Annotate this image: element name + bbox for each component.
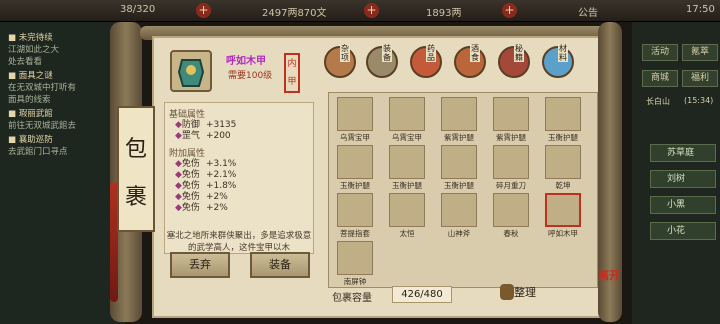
notice-button[interactable]: 公告	[578, 4, 598, 19]
attr-row: ◆免伤 +2%	[175, 203, 228, 213]
attr-row: ◆免伤 +2.1%	[175, 170, 237, 180]
item-slot[interactable]: 碎月重刀	[491, 145, 531, 191]
item-slot-selected[interactable]: 呼如木甲	[543, 193, 583, 239]
capacity-label: 包裹容量	[332, 293, 372, 304]
item-slot[interactable]: 乾坤	[543, 145, 583, 191]
party-member[interactable]: 刘树	[650, 170, 716, 188]
quest-item[interactable]: ■ 未完待续 江湖如此之大 处去看看	[8, 32, 59, 68]
add-resource-1-button[interactable]: +	[196, 3, 211, 18]
attr-row: ◆罡气 +200	[175, 131, 231, 141]
quest-item[interactable]: ■ 襄助巡防 去武館门口寻点	[8, 134, 68, 158]
vip-button[interactable]: 氪萃	[682, 44, 718, 61]
inventory-window: 包裹 呼如木甲 需要100级 内甲 基础属性 ◆防御 +3135 ◆罡气 +200 …	[110, 22, 622, 322]
window-title: 包裹	[117, 106, 155, 232]
item-grid: 乌霄宝甲 乌霄宝甲 紫霄护腿 紫霄护腿 玉衡护腿 玉衡护腿 玉衡护腿 玉衡护腿 …	[328, 92, 598, 288]
base-attr-title: 基础属性	[169, 110, 206, 120]
location-label: 长白山	[646, 97, 670, 106]
item-slot[interactable]: 玉衡护腿	[335, 145, 375, 191]
sort-button[interactable]: 整理	[514, 284, 536, 300]
attr-row: ◆免伤 +3.1%	[175, 159, 237, 169]
quest-item[interactable]: ■ 瑕丽武館 前往无双城武館去	[8, 108, 76, 132]
resource-money: 2497两870文	[262, 8, 327, 19]
quest-item[interactable]: ■ 面具之谜 在无双城中打听有 面具的线索	[8, 70, 76, 106]
selected-item-icon	[170, 50, 212, 92]
item-type-badge: 内甲	[284, 53, 300, 93]
attr-row: ◆免伤 +1.8%	[175, 181, 237, 191]
item-name: 呼如木甲	[226, 56, 266, 67]
attr-row: ◆防御 +3135	[175, 120, 237, 130]
item-slot[interactable]: 菩提指套	[335, 193, 375, 239]
item-slot[interactable]: 玉衡护腿	[543, 97, 583, 143]
shop-button[interactable]: 商城	[642, 70, 678, 87]
item-slot[interactable]: 玉衡护腿	[439, 145, 479, 191]
tab-food-label: 酒食	[470, 44, 480, 62]
discard-button[interactable]: 丢弃	[170, 252, 230, 278]
party-member[interactable]: 苏草庭	[650, 144, 716, 162]
bag-icon[interactable]	[500, 284, 514, 300]
tab-medicine-label: 药品	[426, 44, 436, 62]
resource-1: 38/320	[120, 4, 156, 15]
right-panel: 活动 氪萃 商城 福利 长白山 (15:34) 苏草庭 刘树 小黑 小花	[632, 22, 720, 324]
party-member[interactable]: 小花	[650, 222, 716, 240]
tab-manuals-label: 秘籍	[514, 44, 524, 62]
item-slot[interactable]: 南屏钟	[335, 241, 375, 287]
item-slot[interactable]: 玉衡护腿	[387, 145, 427, 191]
item-slot[interactable]: 春秋	[491, 193, 531, 239]
activity-button[interactable]: 活动	[642, 44, 678, 61]
close-stamp[interactable]: 离开	[598, 270, 620, 300]
extra-attr-title: 附加属性	[169, 149, 206, 159]
clock: 17:50	[686, 4, 715, 15]
item-slot[interactable]: 山神斧	[439, 193, 479, 239]
quest-panel: ■ 未完待续 江湖如此之大 处去看看 ■ 面具之谜 在无双城中打听有 面具的线索…	[0, 22, 125, 324]
party-member[interactable]: 小黑	[650, 196, 716, 214]
add-gold-button[interactable]: +	[502, 3, 517, 18]
attr-row: ◆免伤 +2%	[175, 192, 228, 202]
item-slot[interactable]: 乌霄宝甲	[335, 97, 375, 143]
location-coords: (15:34)	[684, 96, 714, 105]
item-slot[interactable]: 乌霄宝甲	[387, 97, 427, 143]
welfare-button[interactable]: 福利	[682, 70, 718, 87]
top-bar: 38/320 + 2497两870文 + 1893两 + 公告 17:50	[0, 0, 720, 22]
tab-misc-label: 杂项	[340, 44, 350, 62]
add-money-button[interactable]: +	[364, 3, 379, 18]
item-slot[interactable]: 紫霄护腿	[491, 97, 531, 143]
equip-button[interactable]: 装备	[250, 252, 310, 278]
item-slot[interactable]: 太恒	[387, 193, 427, 239]
tab-equipment-label: 装备	[382, 44, 392, 62]
item-slot[interactable]: 紫霄护腿	[439, 97, 479, 143]
tab-materials-label: 材料	[558, 44, 568, 62]
capacity-value: 426/480	[392, 286, 452, 303]
item-requirement: 需要100级	[228, 71, 273, 81]
resource-gold: 1893两	[426, 8, 462, 19]
